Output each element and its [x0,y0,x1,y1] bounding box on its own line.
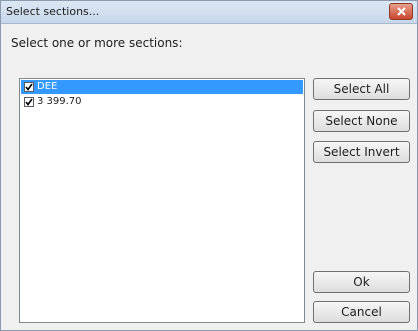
select-invert-button[interactable]: Select Invert [313,141,410,163]
section-label: 3 399.70 [37,96,82,107]
title-bar: Select sections... [1,1,417,24]
section-item-3-399-70[interactable]: 3 399.70 [21,95,303,109]
close-icon [397,7,406,16]
checkmark-icon [25,83,33,91]
instruction-label: Select one or more sections: [11,36,183,50]
window-title: Select sections... [6,5,100,18]
checkmark-icon [25,98,33,106]
ok-button[interactable]: Ok [313,271,410,293]
sections-list[interactable]: DEE 3 399.70 [19,78,305,323]
section-checkbox[interactable] [24,82,34,92]
section-item-dee[interactable]: DEE [21,80,303,94]
select-all-button[interactable]: Select All [313,78,410,100]
close-button[interactable] [389,3,413,20]
section-checkbox[interactable] [24,97,34,107]
section-label: DEE [37,81,58,92]
select-sections-dialog: Select sections... Select one or more se… [0,0,418,331]
cancel-button[interactable]: Cancel [313,301,410,323]
select-none-button[interactable]: Select None [313,110,410,132]
